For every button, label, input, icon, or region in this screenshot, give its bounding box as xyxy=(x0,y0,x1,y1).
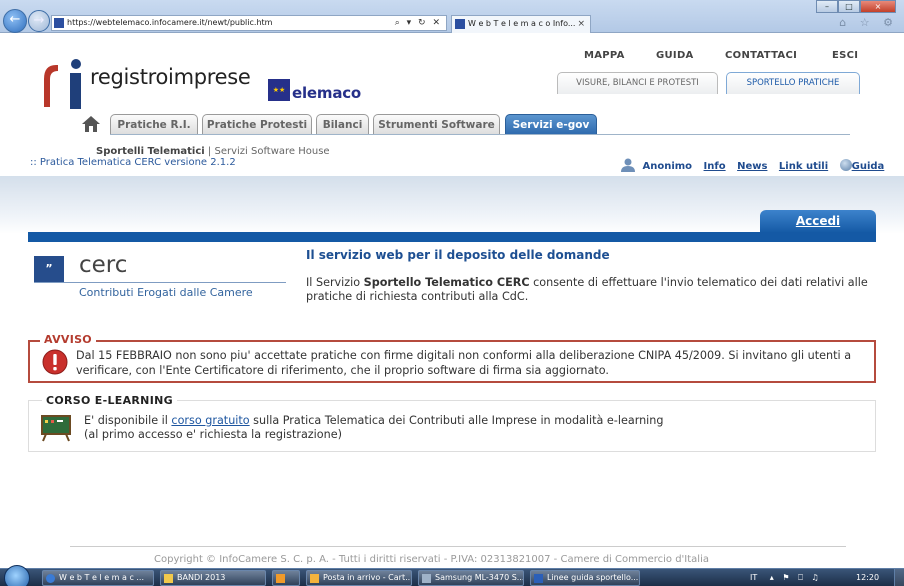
accedi-button[interactable]: Accedi xyxy=(760,210,876,234)
registroimprese-logo-text: registroimprese xyxy=(90,65,251,89)
close-window-button[interactable]: × xyxy=(860,0,896,13)
browser-tools-icons[interactable]: ⌂ ☆ ⚙ xyxy=(839,16,898,29)
taskbar-item-linee-guida[interactable]: Linee guida sportello... xyxy=(530,570,640,586)
outlook-icon xyxy=(310,574,319,583)
taskbar-item-webtelemaco[interactable]: W e b T e l e m a c ... xyxy=(42,570,154,586)
corso-text-pre: E' disponibile il xyxy=(84,414,172,427)
tab-close-icon[interactable]: × xyxy=(577,16,585,32)
blue-divider xyxy=(28,232,876,242)
taskbar-item-media[interactable] xyxy=(272,570,300,586)
warning-icon xyxy=(42,349,68,375)
start-button[interactable] xyxy=(4,565,30,586)
subtab-visure[interactable]: VISURE, BILANCI E PROTESTI xyxy=(557,72,718,94)
eu-stars-icon: ★★ xyxy=(268,79,290,101)
tab-servizi-egov[interactable]: Servizi e-gov xyxy=(505,114,597,135)
avviso-title: AVVISO xyxy=(40,333,96,346)
clock[interactable]: 12:20 xyxy=(856,569,879,586)
top-link-esci[interactable]: ESCI xyxy=(832,50,858,61)
cerc-logo-name: cerc xyxy=(79,252,128,278)
corso-text-post: sulla Pratica Telematica dei Contributi … xyxy=(249,414,664,427)
word-icon xyxy=(534,574,543,583)
back-arrow-icon: ← xyxy=(9,12,21,27)
tab-pratiche-ri[interactable]: Pratiche R.I. xyxy=(110,114,198,135)
taskbar-item-label: Posta in arrivo - Cart... xyxy=(323,573,412,582)
taskbar-item-label: Samsung ML-3470 S... xyxy=(435,573,524,582)
tab-pratiche-protesti[interactable]: Pratiche Protesti xyxy=(202,114,312,135)
version-text: :: Pratica Telematica CERC versione 2.1.… xyxy=(30,157,236,168)
system-tray: IT ▴ ⚑ ⎕ ♫ xyxy=(750,569,822,586)
blackboard-icon xyxy=(41,415,71,442)
cerc-logo: ” cerc Contributi Erogati dalle Camere xyxy=(34,252,286,306)
tab-favicon-icon xyxy=(455,19,465,29)
forward-arrow-icon: → xyxy=(33,13,45,28)
windows-taskbar: W e b T e l e m a c ... BANDI 2013 Posta… xyxy=(0,565,904,586)
user-bar: Anonimo Info News Link utili Guida xyxy=(620,158,884,176)
top-link-guida[interactable]: GUIDA xyxy=(656,50,694,61)
subtab-sportello-pratiche[interactable]: SPORTELLO PRATICHE xyxy=(726,72,860,94)
link-link-utili[interactable]: Link utili xyxy=(779,161,828,172)
corso-text: E' disponibile il corso gratuito sulla P… xyxy=(84,414,864,442)
telemaco-logo: ★★ elemaco xyxy=(268,79,376,103)
tray-icons[interactable]: ▴ ⚑ ⎕ ♫ xyxy=(770,573,822,582)
cerc-mark-icon: ” xyxy=(34,256,64,282)
user-name: Anonimo xyxy=(642,161,693,172)
address-url: https://webtelemaco.infocamere.it/newt/p… xyxy=(67,18,273,27)
avviso-text: Dal 15 FEBBRAIO non sono piu' accettate … xyxy=(76,349,852,377)
printer-icon xyxy=(422,574,431,583)
taskbar-item-label: BANDI 2013 xyxy=(177,573,226,582)
minimize-button[interactable]: – xyxy=(816,0,838,13)
maximize-button[interactable]: □ xyxy=(838,0,860,13)
tab-strumenti-software[interactable]: Strumenti Software xyxy=(373,114,500,135)
footer-divider xyxy=(70,546,846,547)
taskbar-item-posta[interactable]: Posta in arrivo - Cart... xyxy=(306,570,412,586)
browser-chrome: ← → https://webtelemaco.infocamere.it/ne… xyxy=(0,0,904,33)
user-icon xyxy=(621,158,635,172)
copyright-text: Copyright © InfoCamere S. C. p. A. - Tut… xyxy=(154,554,709,565)
service-desc-bold: Sportello Telematico CERC xyxy=(363,276,530,289)
taskbar-item-label: Linee guida sportello... xyxy=(547,573,639,582)
forward-button[interactable]: → xyxy=(28,10,50,32)
link-guida[interactable]: Guida xyxy=(852,161,885,172)
window-controls: – □ × xyxy=(816,0,896,13)
taskbar-item-label: W e b T e l e m a c ... xyxy=(59,573,145,582)
address-bar[interactable]: https://webtelemaco.infocamere.it/newt/p… xyxy=(51,15,447,31)
media-icon xyxy=(276,574,285,583)
corso-title: CORSO E-LEARNING xyxy=(42,394,177,407)
breadcrumb-separator: | xyxy=(207,146,212,157)
taskbar-item-bandi[interactable]: BANDI 2013 xyxy=(160,570,266,586)
cerc-logo-rule xyxy=(34,282,286,283)
cerc-logo-subtitle: Contributi Erogati dalle Camere xyxy=(79,286,253,299)
service-description: Il Servizio Sportello Telematico CERC co… xyxy=(306,276,886,304)
site-favicon-icon xyxy=(54,18,64,28)
link-info[interactable]: Info xyxy=(704,161,726,172)
link-news[interactable]: News xyxy=(737,161,767,172)
service-title: Il servizio web per il deposito delle do… xyxy=(306,248,610,262)
top-link-contattaci[interactable]: CONTATTACI xyxy=(725,50,797,61)
top-link-mappa[interactable]: MAPPA xyxy=(584,50,625,61)
address-controls[interactable]: ⌕ ▾ ↻ ✕ xyxy=(395,16,442,30)
tab-bilanci[interactable]: Bilanci xyxy=(316,114,369,135)
registroimprese-logo-icon xyxy=(44,59,81,109)
breadcrumb-current[interactable]: Sportelli Telematici xyxy=(96,146,205,157)
corso-gratuito-link[interactable]: corso gratuito xyxy=(171,414,249,427)
telemaco-logo-text: elemaco xyxy=(292,84,362,102)
tab-divider xyxy=(110,134,850,135)
show-desktop-button[interactable] xyxy=(894,569,904,586)
folder-icon xyxy=(164,574,173,583)
help-icon xyxy=(839,159,852,171)
service-desc-pre: Il Servizio xyxy=(306,276,364,289)
browser-tab[interactable]: W e b T e l e m a c o Info... × xyxy=(451,15,591,33)
breadcrumb: Sportelli Telematici | Servizi Software … xyxy=(96,146,330,157)
ie-icon xyxy=(46,574,55,583)
back-button[interactable]: ← xyxy=(3,9,27,33)
breadcrumb-rest[interactable]: Servizi Software House xyxy=(214,146,329,157)
language-indicator[interactable]: IT xyxy=(750,573,757,582)
tab-title: W e b T e l e m a c o Info... xyxy=(468,19,576,28)
home-icon[interactable] xyxy=(81,115,101,133)
taskbar-item-samsung[interactable]: Samsung ML-3470 S... xyxy=(418,570,524,586)
corso-text-line2: (al primo accesso e' richiesta la regist… xyxy=(84,428,342,441)
